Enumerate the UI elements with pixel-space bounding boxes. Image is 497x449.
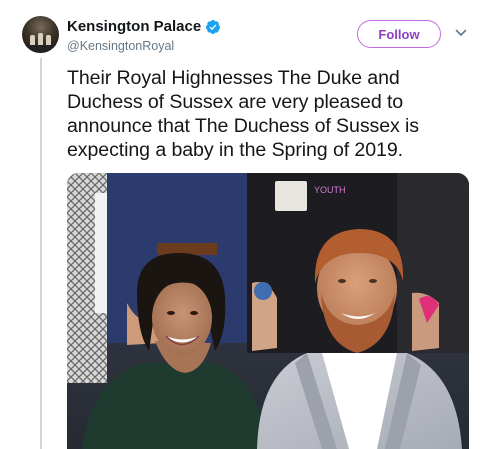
tweet-text: Their Royal Highnesses The Duke and Duch… <box>67 67 420 161</box>
thread-line <box>40 58 42 449</box>
follow-button[interactable]: Follow <box>357 20 441 48</box>
account-name[interactable]: Kensington Palace <box>67 18 201 35</box>
photo-illustration: YOUTH <box>67 173 469 449</box>
sign-text: YOUTH <box>314 185 346 195</box>
tweet-photo[interactable]: YOUTH <box>67 173 469 449</box>
chevron-down-icon[interactable] <box>454 26 468 40</box>
avatar[interactable] <box>22 16 59 53</box>
tweet: Kensington Palace @KensingtonRoyal Follo… <box>0 0 497 449</box>
account-handle[interactable]: @KensingtonRoyal <box>67 39 174 53</box>
verified-badge-icon <box>206 19 221 34</box>
author-row[interactable]: Kensington Palace <box>67 18 221 35</box>
